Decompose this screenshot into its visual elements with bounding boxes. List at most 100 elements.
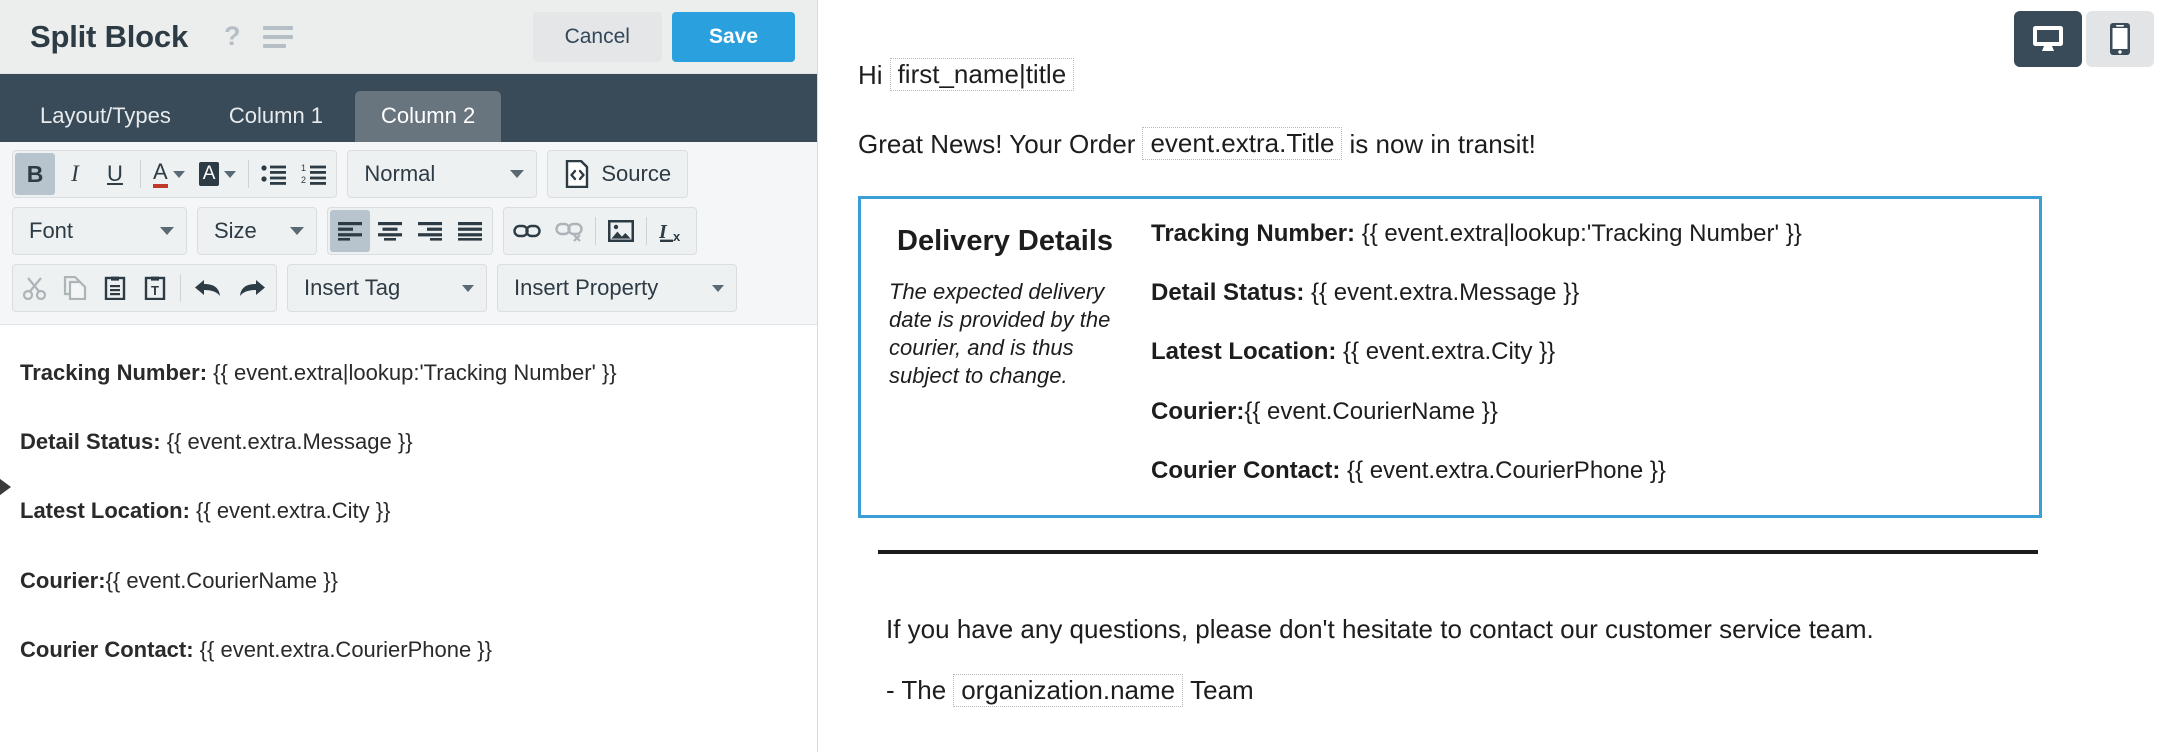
- redo-icon[interactable]: [230, 267, 274, 309]
- editor-line-label: Tracking Number:: [20, 360, 208, 385]
- toolbar-divider: [248, 160, 250, 188]
- text-color-icon[interactable]: A: [146, 153, 192, 195]
- tab-bar: Layout/Types Column 1 Column 2: [0, 74, 817, 142]
- font-size-select[interactable]: Size: [197, 207, 317, 255]
- editor-line: Tracking Number: {{ event.extra|lookup:'…: [20, 360, 787, 385]
- editor-line: Courier Contact: {{ event.extra.CourierP…: [20, 636, 787, 662]
- editor-line-value: {{ event.extra.CourierPhone }}: [193, 636, 492, 662]
- modal-header: Split Block ? Cancel Save: [0, 0, 817, 74]
- editor-line-label: Detail Status:: [20, 429, 161, 455]
- paragraph-format-select[interactable]: Normal: [347, 150, 538, 198]
- background-color-icon[interactable]: A: [192, 153, 244, 195]
- order-suffix: is now in transit!: [1349, 128, 1536, 159]
- italic-icon[interactable]: I: [55, 153, 95, 195]
- chevron-down-icon: [462, 284, 474, 292]
- toolbar-row-3: T Insert Tag Insert Property: [12, 264, 807, 312]
- mobile-phone-icon: [2110, 23, 2130, 55]
- merge-token-order-title[interactable]: event.extra.Title: [1142, 127, 1343, 160]
- tab-column-1[interactable]: Column 1: [203, 91, 349, 142]
- detail-row: Courier Contact: {{ event.extra.CourierP…: [1151, 458, 2019, 483]
- toolbar-row-2: Font Size I x: [12, 207, 807, 255]
- split-block-editor-window: Split Block ? Cancel Save Layout/Types C…: [0, 0, 2176, 752]
- signoff-prefix: - The: [886, 675, 947, 706]
- tab-layout-types[interactable]: Layout/Types: [14, 91, 197, 142]
- numbered-list-icon[interactable]: 12: [294, 153, 334, 195]
- detail-row: Detail Status: {{ event.extra.Message }}: [1151, 280, 2019, 305]
- hamburger-menu-icon[interactable]: [262, 25, 293, 48]
- link-icon[interactable]: [506, 210, 548, 252]
- undo-icon[interactable]: [186, 267, 230, 309]
- bold-icon[interactable]: B: [15, 153, 55, 195]
- font-family-select[interactable]: Font: [12, 207, 187, 255]
- email-body: Hi first_name|title Great News! Your Ord…: [818, 0, 2176, 707]
- signoff-suffix: Team: [1190, 675, 1254, 706]
- toolbar-divider: [140, 160, 141, 188]
- editor-line: Latest Location: {{ event.extra.City }}: [20, 499, 787, 523]
- chevron-down-icon: [160, 227, 174, 235]
- underline-icon[interactable]: U: [95, 153, 135, 195]
- paragraph-format-value: Normal: [364, 161, 436, 186]
- editor-line-value: {{ event.CourierName }}: [105, 567, 338, 593]
- toolbar-divider: [646, 217, 647, 245]
- insert-property-label: Insert Property: [514, 275, 659, 300]
- editor-content-area[interactable]: Tracking Number: {{ event.extra|lookup:'…: [0, 325, 817, 752]
- toolbar-divider: [180, 274, 181, 302]
- unlink-icon[interactable]: [548, 210, 590, 252]
- svg-text:1: 1: [301, 163, 306, 173]
- insert-property-select[interactable]: Insert Property: [497, 264, 737, 312]
- cancel-button[interactable]: Cancel: [532, 11, 662, 62]
- detail-row-label: Latest Location:: [1151, 338, 1337, 366]
- source-button[interactable]: Source: [547, 150, 689, 198]
- signoff-line: - The organization.name Team: [886, 673, 2066, 707]
- header-actions: Cancel Save: [532, 11, 795, 62]
- insert-tag-select[interactable]: Insert Tag: [287, 264, 487, 312]
- source-code-icon: [566, 160, 589, 188]
- mobile-preview-button[interactable]: [2086, 11, 2154, 67]
- detail-row-value: {{ event.extra.CourierPhone }}: [1340, 456, 1666, 484]
- bulleted-list-icon[interactable]: [254, 153, 294, 195]
- question-mark-icon[interactable]: ?: [224, 23, 241, 50]
- drag-handle-arrow-icon: [0, 476, 11, 498]
- editor-line-value: {{ event.extra.City }}: [189, 498, 391, 524]
- detail-row: Latest Location: {{ event.extra.City }}: [1151, 339, 2019, 364]
- closing-text-line: If you have any questions, please don't …: [886, 616, 2066, 642]
- detail-row-value: {{ event.extra|lookup:'Tracking Number' …: [1355, 220, 1802, 247]
- order-status-line: Great News! Your Order event.extra.Title…: [858, 127, 2066, 160]
- clipboard-group: T: [12, 264, 277, 312]
- device-preview-toggle: [2014, 11, 2154, 67]
- greeting-line: Hi first_name|title: [858, 58, 2066, 91]
- font-size-value: Size: [214, 218, 257, 243]
- toolbar-row-1: B I U A A 12 Normal Source: [12, 150, 807, 198]
- detail-row-label: Detail Status:: [1151, 279, 1305, 307]
- copy-icon[interactable]: [55, 267, 95, 309]
- svg-text:2: 2: [301, 175, 306, 185]
- align-left-icon[interactable]: [330, 210, 370, 252]
- chevron-down-icon: [712, 284, 724, 292]
- delivery-details-title: Delivery Details: [897, 225, 1114, 257]
- align-right-icon[interactable]: [410, 210, 450, 252]
- align-justify-icon[interactable]: [450, 210, 490, 252]
- text-style-group: B I U A A 12: [12, 150, 338, 198]
- detail-row: Courier:{{ event.CourierName }}: [1151, 397, 2019, 425]
- align-center-icon[interactable]: [370, 210, 410, 252]
- save-button[interactable]: Save: [671, 11, 795, 62]
- remove-format-icon[interactable]: Ix: [652, 210, 694, 252]
- detail-row-label: Courier Contact:: [1151, 456, 1341, 484]
- paste-icon[interactable]: [95, 267, 135, 309]
- cut-icon[interactable]: [15, 267, 55, 309]
- desktop-monitor-icon: [2033, 26, 2063, 51]
- tab-column-2[interactable]: Column 2: [355, 91, 502, 142]
- desktop-preview-button[interactable]: [2014, 11, 2082, 67]
- detail-row-value: {{ event.CourierName }}: [1244, 397, 1498, 425]
- rich-text-toolbar: B I U A A 12 Normal Source Font Size I x…: [0, 142, 817, 325]
- editor-line-label: Courier:: [20, 567, 106, 593]
- editor-line: Detail Status: {{ event.extra.Message }}: [20, 430, 787, 454]
- page-title: Split Block: [30, 18, 188, 54]
- merge-token-first-name[interactable]: first_name|title: [889, 58, 1075, 91]
- greeting-prefix: Hi: [858, 59, 883, 90]
- detail-row-value: {{ event.extra.City }}: [1336, 338, 1556, 366]
- image-icon[interactable]: [601, 210, 641, 252]
- delivery-details-block[interactable]: Delivery Details The expected delivery d…: [858, 196, 2042, 518]
- paste-as-text-icon[interactable]: T: [135, 267, 175, 309]
- merge-token-organization-name[interactable]: organization.name: [953, 673, 1184, 707]
